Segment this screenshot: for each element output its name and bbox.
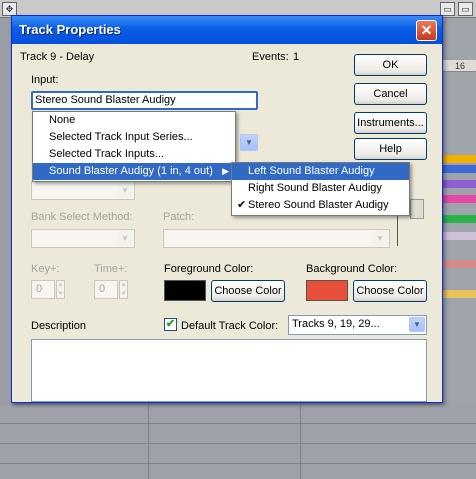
help-button[interactable]: Help — [354, 138, 427, 160]
menu-item-label: Selected Track Inputs... — [49, 148, 164, 160]
bank-select-combo: ▼ — [31, 229, 135, 248]
grid-line — [0, 463, 476, 464]
menu-item-label: Sound Blaster Audigy (1 in, 4 out) — [49, 165, 213, 177]
description-textarea[interactable] — [31, 339, 427, 402]
submenu-item-left-audigy[interactable]: Left Sound Blaster Audigy — [232, 163, 409, 180]
scroll-handle[interactable] — [410, 199, 424, 219]
track-clip — [441, 155, 476, 163]
chevron-down-icon: ▼ — [117, 183, 133, 198]
window-icon[interactable]: ▭ — [458, 2, 473, 16]
menu-item-label: Right Sound Blaster Audigy — [248, 182, 382, 194]
menu-item-label: Left Sound Blaster Audigy — [248, 165, 375, 177]
time-label: Time+: — [94, 263, 128, 275]
submenu-item-right-audigy[interactable]: Right Sound Blaster Audigy — [232, 180, 409, 197]
foreground-color-label: Foreground Color: — [164, 263, 254, 275]
background-color-swatch — [306, 280, 348, 301]
menu-item-label: Stereo Sound Blaster Audigy — [248, 199, 389, 211]
events-label: Events: — [252, 51, 289, 63]
tracks-select-value: Tracks 9, 19, 29... — [292, 318, 380, 330]
chevron-down-icon[interactable]: ▼ — [409, 317, 425, 332]
grid-line — [0, 423, 476, 424]
menu-item-none[interactable]: None — [33, 112, 235, 129]
track-clip — [441, 195, 476, 203]
submenu-arrow-icon: ▶ — [222, 166, 229, 176]
chevron-down-icon: ▼ — [372, 231, 388, 246]
close-button[interactable]: ✕ — [416, 20, 437, 41]
key-label: Key+: — [31, 263, 60, 275]
key-spinner: ▲ ▼ — [56, 280, 65, 299]
key-input: 0 — [31, 280, 55, 299]
four-arrows-icon[interactable]: ✥ — [2, 2, 17, 16]
check-icon: ✔ — [237, 199, 247, 211]
time-spinner: ▲ ▼ — [119, 280, 128, 299]
patch-label: Patch: — [163, 211, 195, 223]
menu-item-selected-track-input-series[interactable]: Selected Track Input Series... — [33, 129, 235, 146]
track-clip — [441, 180, 476, 188]
tracks-select[interactable]: Tracks 9, 19, 29... ▼ — [288, 315, 427, 335]
patch-combo: ▼ — [163, 229, 390, 248]
chevron-down-icon[interactable]: ▼ — [240, 134, 258, 151]
hidden-combo: ▼ — [31, 181, 135, 200]
background-color-label: Background Color: — [306, 263, 398, 275]
ok-button[interactable]: OK — [354, 54, 427, 76]
timeline-ruler: 16 — [441, 60, 476, 72]
default-track-color-checkbox[interactable]: ✔ — [164, 318, 177, 331]
menu-item-label: Selected Track Input Series... — [49, 131, 193, 143]
default-track-color-label: Default Track Color: — [181, 320, 279, 332]
dialog-title: Track Properties — [19, 22, 121, 37]
events-value: 1 — [293, 51, 300, 63]
host-track-area-bottom — [0, 405, 476, 479]
audigy-submenu: Left Sound Blaster Audigy Right Sound Bl… — [231, 162, 410, 216]
background-choose-color-button[interactable]: Choose Color — [353, 280, 427, 302]
ruler-mark: 16 — [455, 61, 466, 71]
title-bar[interactable]: Track Properties ✕ — [12, 16, 442, 44]
menu-item-selected-track-inputs[interactable]: Selected Track Inputs... — [33, 146, 235, 163]
time-input: 0 — [94, 280, 118, 299]
track-clip — [441, 290, 476, 298]
track-name: Track 9 - Delay — [20, 51, 95, 63]
instruments-button[interactable]: Instruments... — [354, 112, 427, 134]
input-field[interactable]: Stereo Sound Blaster Audigy — [31, 91, 258, 110]
cancel-button[interactable]: Cancel — [354, 83, 427, 105]
grid-line — [148, 405, 149, 479]
track-clip — [441, 215, 476, 223]
submenu-item-stereo-audigy[interactable]: ✔ Stereo Sound Blaster Audigy — [232, 197, 409, 214]
track-clip — [441, 232, 476, 240]
close-icon: ✕ — [420, 22, 433, 38]
bank-select-label: Bank Select Method: — [31, 211, 133, 223]
grid-line — [300, 405, 301, 479]
track-clip — [441, 260, 476, 268]
window-icon[interactable]: ▭ — [440, 2, 455, 16]
description-label: Description — [31, 320, 87, 332]
grid-line — [0, 443, 476, 444]
menu-item-label: None — [49, 114, 76, 126]
chevron-down-icon: ▼ — [117, 231, 133, 246]
input-dropdown-menu: None Selected Track Input Series... Sele… — [32, 111, 236, 182]
foreground-choose-color-button[interactable]: Choose Color — [211, 280, 285, 302]
menu-item-sound-blaster-audigy[interactable]: Sound Blaster Audigy (1 in, 4 out) ▶ — [33, 163, 235, 180]
input-label: Input: — [31, 74, 59, 86]
foreground-color-swatch — [164, 280, 206, 301]
track-clip — [441, 165, 476, 173]
